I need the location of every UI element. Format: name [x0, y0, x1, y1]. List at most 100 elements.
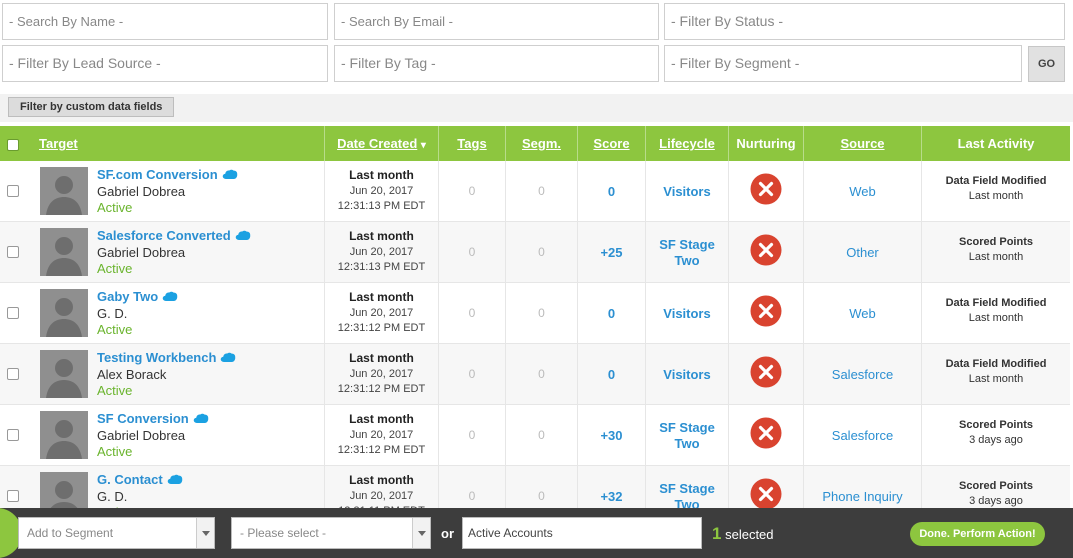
status-label: Active	[97, 444, 133, 459]
lifecycle-link[interactable]: Visitors	[645, 283, 728, 344]
chevron-down-icon	[196, 518, 214, 548]
score-link[interactable]: 0	[577, 344, 645, 405]
status-label: Active	[97, 322, 133, 337]
salesforce-cloud-icon	[167, 473, 183, 488]
avatar	[40, 167, 88, 215]
target-name-link[interactable]: SF Conversion	[97, 411, 209, 427]
row-checkbox[interactable]	[7, 185, 19, 197]
avatar	[40, 350, 88, 398]
filter-by-status-select[interactable]: - Filter By Status -	[664, 3, 1065, 40]
target-name-link[interactable]: Testing Workbench	[97, 350, 236, 366]
source-link[interactable]: Salesforce	[803, 344, 921, 405]
nurturing-off-icon[interactable]	[750, 417, 782, 454]
selected-count: 1 selected	[712, 524, 774, 543]
date-created-cell: Last month Jun 20, 2017 12:31:12 PM EDT	[324, 405, 438, 466]
salesforce-cloud-icon	[220, 351, 236, 366]
add-to-segment-label: Add to Segment	[27, 526, 114, 540]
owner-name: Gabriel Dobrea	[97, 428, 186, 443]
nurturing-cell	[728, 344, 803, 405]
segments-count: 0	[505, 344, 577, 405]
table-header: Target Date Created ▾ Tags Segm. Score L…	[0, 126, 1070, 161]
lifecycle-link[interactable]: SF Stage Two	[645, 222, 728, 283]
status-label: Active	[97, 383, 133, 398]
column-date-created[interactable]: Date Created ▾	[324, 126, 438, 161]
score-link[interactable]: 0	[577, 161, 645, 222]
table-row[interactable]: Gaby Two G. D. Active Last month Jun 20, 201…	[0, 283, 1070, 344]
last-activity-cell: Data Field Modified Last month	[921, 283, 1070, 344]
column-target[interactable]: Target	[29, 126, 324, 161]
last-activity-cell: Scored Points Last month	[921, 222, 1070, 283]
column-score[interactable]: Score	[577, 126, 645, 161]
column-lifecycle[interactable]: Lifecycle	[645, 126, 728, 161]
target-name-link[interactable]: SF.com Conversion	[97, 167, 238, 183]
table-row[interactable]: SF.com Conversion Gabriel Dobrea Active Las…	[0, 161, 1070, 222]
chevron-down-icon	[412, 518, 430, 548]
row-checkbox[interactable]	[7, 368, 19, 380]
tags-count: 0	[438, 161, 505, 222]
tags-count: 0	[438, 222, 505, 283]
row-checkbox[interactable]	[7, 429, 19, 441]
target-name-link[interactable]: Gaby Two	[97, 289, 178, 305]
source-link[interactable]: Other	[803, 222, 921, 283]
avatar	[40, 289, 88, 337]
nurturing-cell	[728, 222, 803, 283]
nurturing-cell	[728, 283, 803, 344]
filter-by-segment-select[interactable]: - Filter By Segment -	[664, 45, 1022, 82]
perform-action-button[interactable]: Done. Perform Action!	[910, 522, 1045, 546]
owner-name: Gabriel Dobrea	[97, 245, 186, 260]
column-tags[interactable]: Tags	[438, 126, 505, 161]
lifecycle-link[interactable]: Visitors	[645, 161, 728, 222]
tags-count: 0	[438, 344, 505, 405]
active-accounts-input[interactable]: Active Accounts	[462, 517, 702, 549]
nurturing-off-icon[interactable]	[750, 356, 782, 393]
status-label: Active	[97, 200, 133, 215]
row-checkbox[interactable]	[7, 490, 19, 502]
last-activity-cell: Data Field Modified Last month	[921, 344, 1070, 405]
tags-count: 0	[438, 405, 505, 466]
add-to-segment-select[interactable]: Add to Segment	[18, 517, 215, 549]
lifecycle-link[interactable]: SF Stage Two	[645, 405, 728, 466]
search-by-name-input[interactable]: - Search By Name -	[2, 3, 328, 40]
nurturing-off-icon[interactable]	[750, 173, 782, 210]
salesforce-cloud-icon	[193, 412, 209, 427]
salesforce-cloud-icon	[222, 168, 238, 183]
avatar	[40, 228, 88, 276]
score-link[interactable]: +25	[577, 222, 645, 283]
date-created-cell: Last month Jun 20, 2017 12:31:12 PM EDT	[324, 283, 438, 344]
nurturing-off-icon[interactable]	[750, 295, 782, 332]
salesforce-cloud-icon	[162, 290, 178, 305]
source-link[interactable]: Salesforce	[803, 405, 921, 466]
score-link[interactable]: 0	[577, 283, 645, 344]
go-button[interactable]: GO	[1028, 46, 1065, 82]
owner-name: Gabriel Dobrea	[97, 184, 186, 199]
sort-desc-icon: ▾	[420, 140, 426, 151]
nurturing-off-icon[interactable]	[750, 234, 782, 271]
custom-data-fields-button[interactable]: Filter by custom data fields	[8, 97, 175, 117]
nurturing-cell	[728, 405, 803, 466]
table-row[interactable]: Salesforce Converted Gabriel Dobrea Active…	[0, 222, 1070, 283]
source-link[interactable]: Web	[803, 283, 921, 344]
target-name-link[interactable]: Salesforce Converted	[97, 228, 251, 244]
lifecycle-link[interactable]: Visitors	[645, 344, 728, 405]
status-label: Active	[97, 261, 133, 276]
please-select-dropdown[interactable]: - Please select -	[231, 517, 431, 549]
row-checkbox[interactable]	[7, 246, 19, 258]
source-link[interactable]: Web	[803, 161, 921, 222]
search-by-email-input[interactable]: - Search By Email -	[334, 3, 659, 40]
table-row[interactable]: SF Conversion Gabriel Dobrea Active Last mo…	[0, 405, 1070, 466]
column-last-activity: Last Activity	[921, 126, 1070, 161]
column-source[interactable]: Source	[803, 126, 921, 161]
tags-count: 0	[438, 283, 505, 344]
date-created-cell: Last month Jun 20, 2017 12:31:13 PM EDT	[324, 222, 438, 283]
score-link[interactable]: +30	[577, 405, 645, 466]
filter-by-tag-select[interactable]: - Filter By Tag -	[334, 45, 659, 82]
leads-table: Target Date Created ▾ Tags Segm. Score L…	[0, 126, 1070, 527]
row-checkbox[interactable]	[7, 307, 19, 319]
target-name-link[interactable]: G. Contact	[97, 472, 183, 488]
filter-by-lead-source-select[interactable]: - Filter By Lead Source -	[2, 45, 328, 82]
select-all-checkbox[interactable]	[7, 139, 19, 151]
column-segments[interactable]: Segm.	[505, 126, 577, 161]
table-row[interactable]: Testing Workbench Alex Borack Active Last m…	[0, 344, 1070, 405]
segments-count: 0	[505, 283, 577, 344]
owner-name: G. D.	[97, 489, 128, 504]
